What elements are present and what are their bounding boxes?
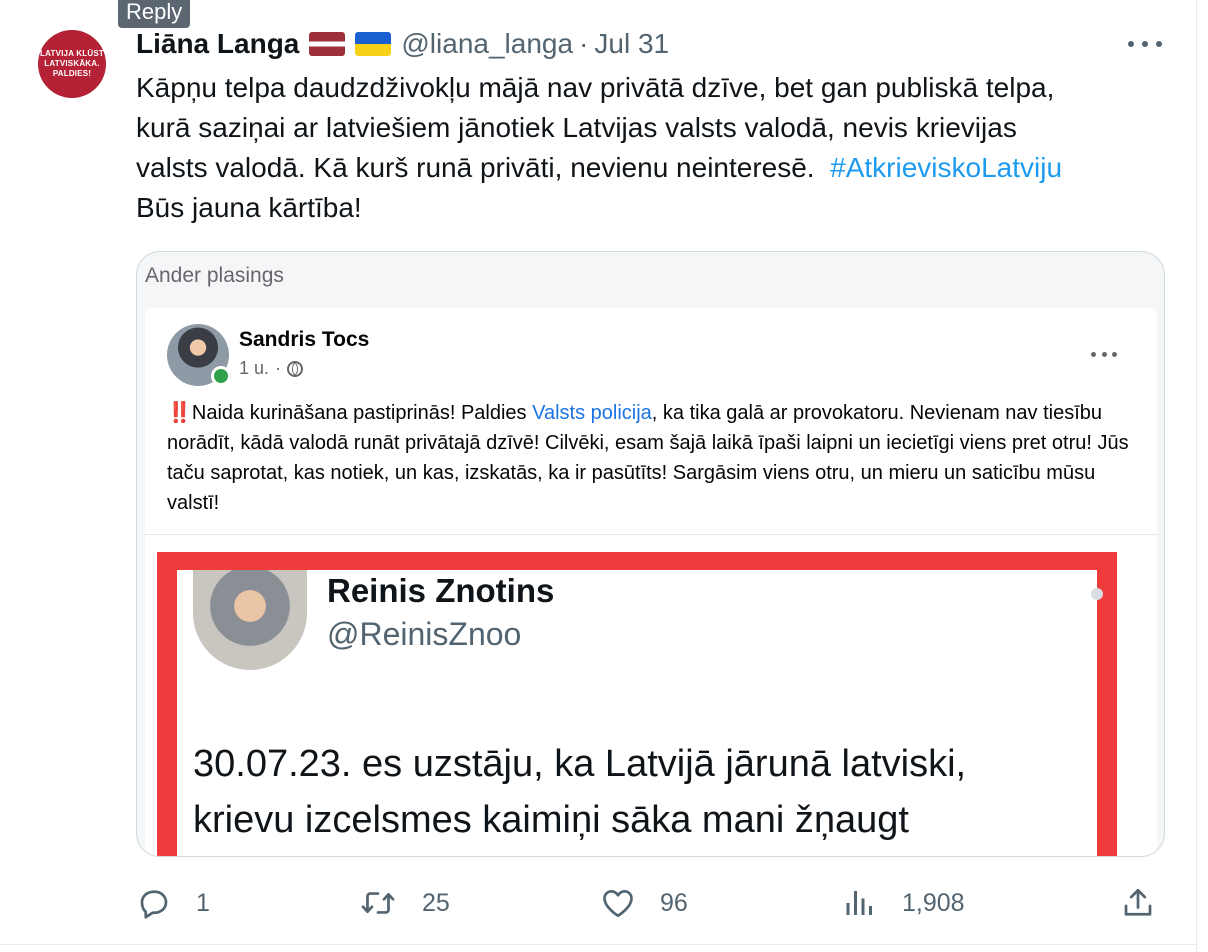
post-time: 1 u. — [239, 358, 270, 378]
post-meta: 1 u. · — [239, 358, 304, 379]
tweet-text-line: valsts valodā. Kā kurš runā privāti, nev… — [136, 148, 1176, 188]
embedded-screenshot: Reinis Znotins @ReinisZnoo 30.07.23. es … — [157, 552, 1117, 856]
retweet-button[interactable]: 25 — [358, 882, 450, 924]
tweet-text: Kāpņu telpa daudzdživokļu mājā nav privā… — [136, 68, 1176, 228]
media-card[interactable]: Ander plasings Sandris Tocs 1 u. · ‼️Nai… — [136, 251, 1165, 857]
retweet-count: 25 — [422, 888, 450, 917]
ukraine-flag-icon — [355, 32, 392, 56]
avatar-text-line: LATVIJA KLŪST — [40, 49, 104, 58]
avatar-text-line: PALDIES! — [52, 69, 92, 78]
embedded-more-icon — [1091, 588, 1103, 600]
like-button[interactable]: 96 — [600, 882, 688, 924]
author-handle[interactable]: @liana_langa — [401, 28, 573, 60]
reply-button[interactable]: 1 — [136, 882, 210, 924]
post-more-icon — [1091, 350, 1117, 358]
reply-icon — [140, 890, 168, 919]
heart-icon — [603, 889, 633, 918]
more-options-icon[interactable] — [1128, 34, 1162, 54]
share-icon — [1124, 888, 1152, 916]
embedded-tweet: Reinis Znotins @ReinisZnoo 30.07.23. es … — [177, 570, 1103, 856]
facebook-post: Sandris Tocs 1 u. · ‼️Naida kurināšana p… — [145, 308, 1157, 856]
tweet-header: Liāna Langa @liana_langa · Jul 31 — [136, 24, 669, 64]
latvia-flag-icon — [309, 32, 346, 56]
tweet-text-line: Kāpņu telpa daudzdživokļu mājā nav privā… — [136, 72, 1055, 103]
embedded-text-line: 30.07.23. es uzstāju, ka Latvijā jārunā … — [193, 743, 967, 785]
tweet-text-line: kurā saziņai ar latviešiem jānotiek Latv… — [136, 112, 1017, 143]
reply-count: 1 — [196, 888, 210, 917]
globe-icon — [287, 360, 304, 377]
tweet-actions: 1 25 96 1,908 — [136, 882, 1166, 924]
poster-name: Sandris Tocs — [239, 328, 370, 351]
valsts-policija-link: Valsts policija — [532, 402, 652, 424]
views-button[interactable]: 1,908 — [842, 882, 965, 924]
embedded-avatar — [193, 570, 307, 670]
view-count: 1,908 — [902, 888, 965, 917]
author-avatar[interactable]: LATVIJA KLŪST LATVISKĀKA. PALDIES! — [38, 30, 106, 98]
column-border — [1196, 0, 1197, 952]
online-status-icon — [211, 366, 231, 386]
views-icon — [846, 891, 872, 915]
header-separator: · — [579, 28, 589, 59]
embedded-text-line: krievu izcelsmes kaimiņi sāka mani žņaug… — [193, 799, 909, 841]
post-divider — [145, 534, 1157, 535]
share-button[interactable] — [1120, 882, 1156, 924]
hashtag-link[interactable]: #AtkrieviskoLatviju — [830, 152, 1062, 183]
double-exclamation-icon: ‼️ — [167, 402, 192, 424]
avatar-text-line: LATVISKĀKA. — [44, 59, 100, 68]
like-count: 96 — [660, 888, 688, 917]
tweet-date[interactable]: Jul 31 — [594, 28, 669, 60]
embedded-name: Reinis Znotins — [327, 572, 555, 609]
embedded-text: 30.07.23. es uzstāju, ka Latvijā jārunā … — [193, 736, 1093, 848]
post-text-segment: Naida kurināšana pastiprinās! Paldies — [191, 402, 533, 424]
meta-separator: · — [275, 358, 282, 378]
tweet-text-line: Būs jauna kārtība! — [136, 192, 362, 223]
author-name[interactable]: Liāna Langa — [136, 28, 299, 60]
embedded-handle: @ReinisZnoo — [327, 616, 522, 652]
tweet-text-segment: valsts valodā. Kā kurš runā privāti, nev… — [136, 152, 815, 183]
tweet-divider — [0, 944, 1197, 945]
retweet-icon — [361, 892, 395, 914]
post-text: ‼️Naida kurināšana pastiprinās! Paldies … — [167, 398, 1137, 518]
card-label: Ander plasings — [145, 264, 284, 287]
